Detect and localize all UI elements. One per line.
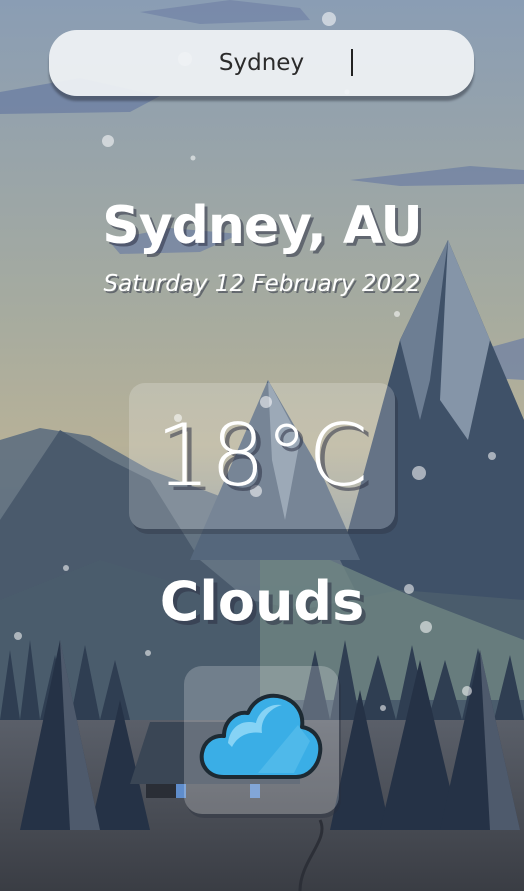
weather-icon-card [184, 666, 339, 814]
temperature-card: 18°C [129, 383, 395, 529]
search-bar[interactable] [49, 30, 474, 96]
location-title: Sydney, AU [102, 196, 422, 256]
weather-condition: Clouds [159, 570, 365, 633]
text-caret [351, 49, 353, 76]
date-label: Saturday 12 February 2022 [103, 271, 421, 297]
temperature-value: 18°C [155, 406, 369, 506]
search-input[interactable] [49, 30, 474, 96]
cloud-icon [199, 693, 323, 779]
